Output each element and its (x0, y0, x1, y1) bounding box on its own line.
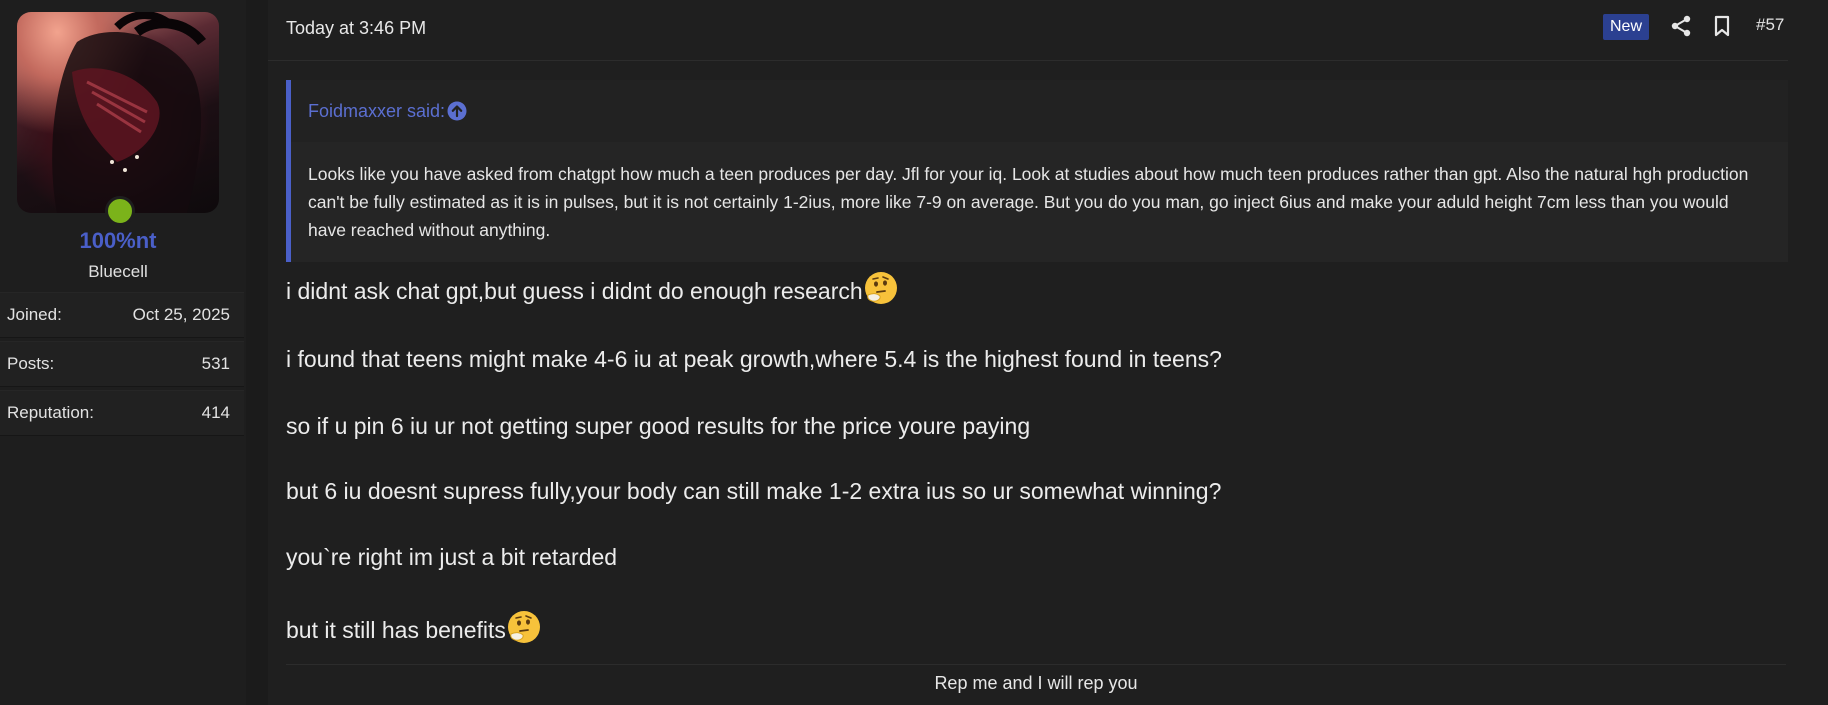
post-number[interactable]: #57 (1756, 15, 1784, 35)
thinking-face-emoji (507, 610, 541, 644)
quote-text: Looks like you have asked from chatgpt h… (308, 164, 1749, 240)
thinking-face-emoji (864, 271, 898, 305)
message-line: but it still has benefits (286, 610, 1786, 644)
new-badge: New (1603, 14, 1650, 40)
post: Today at 3:46 PM New #57 Foidmaxxer said… (268, 0, 1828, 705)
post-header: Today at 3:46 PM New #57 (268, 0, 1788, 61)
quote-author[interactable]: Foidmaxxer said: (308, 101, 445, 122)
user-panel: 100%nt Bluecell Joined: Oct 25, 2025 Pos… (0, 0, 246, 705)
user-title: Bluecell (88, 262, 148, 281)
message-text: i didnt ask chat gpt,but guess i didnt d… (286, 278, 863, 304)
stat-label: Joined: (7, 305, 62, 324)
post-date[interactable]: Today at 3:46 PM (286, 18, 426, 39)
message-line: i found that teens might make 4-6 iu at … (286, 346, 1222, 372)
online-status-indicator (105, 196, 135, 226)
stat-value: Oct 25, 2025 (132, 305, 230, 324)
message-text: but it still has benefits (286, 617, 506, 643)
forum-post-page: 100%nt Bluecell Joined: Oct 25, 2025 Pos… (0, 0, 1828, 705)
signature-divider (286, 664, 1786, 665)
stat-value: 531 (201, 354, 230, 373)
avatar[interactable] (17, 12, 219, 213)
stat-row-posts: Posts: 531 (0, 341, 244, 387)
message-line: but 6 iu doesnt supress fully,your body … (286, 478, 1222, 504)
stat-row-reputation: Reputation: 414 (0, 390, 244, 436)
quote-block: Foidmaxxer said: Looks like you have ask… (286, 80, 1788, 262)
message-line: i didnt ask chat gpt,but guess i didnt d… (286, 271, 1786, 305)
stat-label: Reputation: (7, 403, 94, 422)
bookmark-icon[interactable] (1710, 14, 1734, 38)
arrow-up-circle-icon[interactable] (447, 101, 467, 121)
share-icon[interactable] (1669, 14, 1693, 38)
stat-label: Posts: (7, 354, 55, 373)
username[interactable]: 100%nt (0, 228, 236, 254)
message-line: you`re right im just a bit retarded (286, 544, 618, 570)
message-line: so if u pin 6 iu ur not getting super go… (286, 413, 1031, 439)
quote-header: Foidmaxxer said: (291, 80, 1788, 142)
stat-value: 414 (201, 403, 230, 422)
signature: Rep me and I will rep you (934, 673, 1138, 693)
stat-row-joined: Joined: Oct 25, 2025 (0, 292, 244, 338)
